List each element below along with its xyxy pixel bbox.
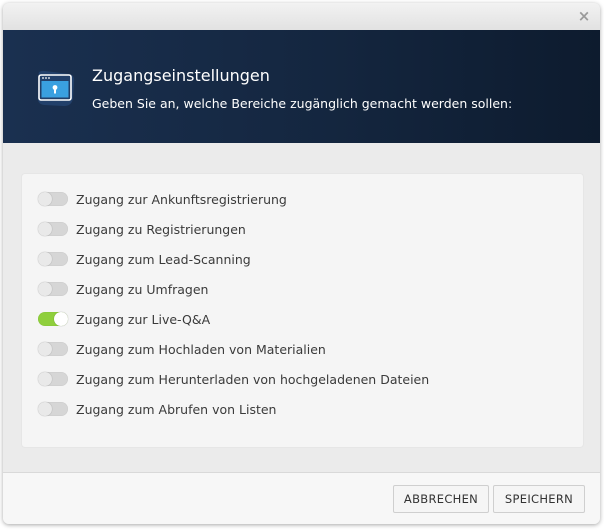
toggle-label: Zugang zum Herunterladen von hochgeladen… xyxy=(76,371,430,387)
browser-lock-icon xyxy=(37,70,75,106)
toggle-label: Zugang zum Hochladen von Materialien xyxy=(76,341,326,357)
close-icon[interactable]: × xyxy=(574,6,594,26)
toggle-row-registrations[interactable]: Zugang zu Registrierungen xyxy=(38,219,246,239)
toggle-label: Zugang zu Umfragen xyxy=(76,281,209,297)
access-toggle-list: Zugang zur Ankunftsregistrierung Zugang … xyxy=(21,173,584,448)
toggle-row-retrieve-lists[interactable]: Zugang zum Abrufen von Listen xyxy=(38,399,276,419)
toggle-row-upload-materials[interactable]: Zugang zum Hochladen von Materialien xyxy=(38,339,326,359)
dialog-footer: ABBRECHEN SPEICHERN xyxy=(3,472,600,524)
dialog-header: Zugangseinstellungen Geben Sie an, welch… xyxy=(3,30,600,143)
access-settings-dialog: × Zugangseinstellungen Geben Sie an, wel… xyxy=(3,3,600,524)
toggle-label: Zugang zum Abrufen von Listen xyxy=(76,401,277,417)
toggle-switch[interactable] xyxy=(38,222,68,236)
toggle-label: Zugang zur Live-Q&A xyxy=(76,311,211,327)
toggle-row-surveys[interactable]: Zugang zu Umfragen xyxy=(38,279,208,299)
toggle-label: Zugang zur Ankunftsregistrierung xyxy=(76,191,287,207)
toggle-row-lead-scanning[interactable]: Zugang zum Lead-Scanning xyxy=(38,249,251,269)
dialog-subtitle: Geben Sie an, welche Bereiche zugänglich… xyxy=(92,96,513,111)
toggle-switch[interactable] xyxy=(38,312,68,326)
dialog-content: Zugang zur Ankunftsregistrierung Zugang … xyxy=(3,143,600,472)
toggle-row-download-files[interactable]: Zugang zum Herunterladen von hochgeladen… xyxy=(38,369,429,389)
toggle-switch[interactable] xyxy=(38,252,68,266)
toggle-switch[interactable] xyxy=(38,342,68,356)
cancel-button[interactable]: ABBRECHEN xyxy=(393,485,489,513)
save-button[interactable]: SPEICHERN xyxy=(493,485,585,513)
dialog-title: Zugangseinstellungen xyxy=(92,66,270,85)
toggle-label: Zugang zu Registrierungen xyxy=(76,221,246,237)
toggle-label: Zugang zum Lead-Scanning xyxy=(76,251,251,267)
toggle-row-live-qa[interactable]: Zugang zur Live-Q&A xyxy=(38,309,210,329)
toggle-switch[interactable] xyxy=(38,372,68,386)
toggle-row-arrival-registration[interactable]: Zugang zur Ankunftsregistrierung xyxy=(38,189,287,209)
dialog-titlebar: × xyxy=(3,3,600,30)
toggle-switch[interactable] xyxy=(38,192,68,206)
toggle-switch[interactable] xyxy=(38,402,68,416)
toggle-switch[interactable] xyxy=(38,282,68,296)
